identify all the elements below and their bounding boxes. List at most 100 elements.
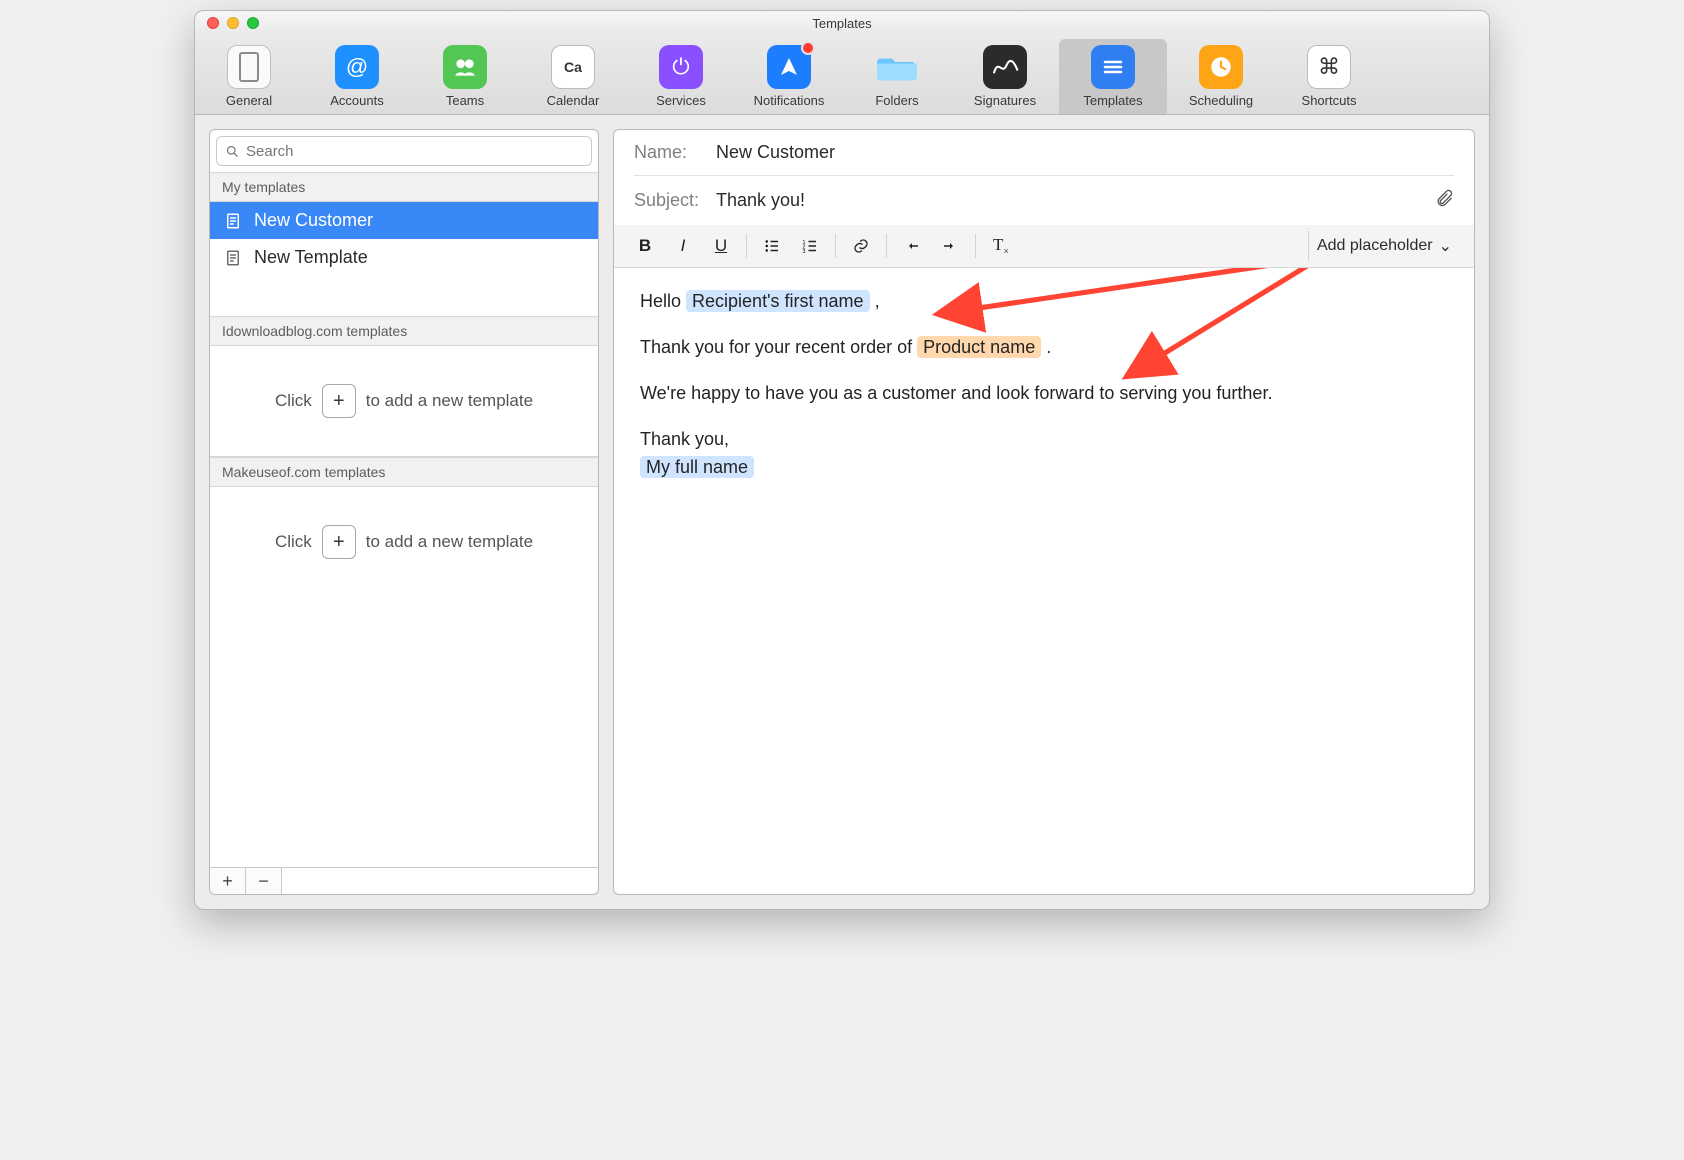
document-icon — [224, 249, 242, 267]
body-text: Thank you, — [640, 426, 1448, 454]
bold-button[interactable]: B — [628, 231, 662, 261]
preferences-toolbar: General @ Accounts Teams Ca Calendar ⏻ S… — [195, 35, 1489, 115]
separator — [975, 234, 976, 258]
tab-label: General — [195, 93, 303, 108]
separator — [746, 234, 747, 258]
template-editor: Name: New Customer Subject: Thank you! B… — [613, 129, 1475, 895]
empty-section-muo: Click + to add a new template — [210, 487, 598, 597]
template-label: New Template — [254, 247, 368, 268]
add-template-button[interactable]: + — [322, 384, 356, 418]
body-text: Hello — [640, 291, 686, 311]
empty-section-idb: Click + to add a new template — [210, 346, 598, 457]
send-icon — [767, 45, 811, 89]
empty-suffix: to add a new template — [366, 532, 533, 552]
tab-scheduling[interactable]: Scheduling — [1167, 39, 1275, 114]
clear-format-icon: T× — [993, 235, 1009, 257]
tab-accounts[interactable]: @ Accounts — [303, 39, 411, 114]
at-sign-icon: @ — [335, 45, 379, 89]
template-item-new-template[interactable]: New Template — [210, 239, 598, 276]
add-placeholder-label: Add placeholder — [1317, 237, 1433, 255]
paperclip-icon — [1434, 188, 1454, 208]
search-field[interactable] — [216, 136, 592, 166]
template-sidebar: My templates New Customer New Template I… — [209, 129, 599, 895]
folder-icon — [875, 45, 919, 89]
add-placeholder-menu[interactable]: Add placeholder ⌄ — [1308, 231, 1460, 261]
tab-signatures[interactable]: Signatures — [951, 39, 1059, 114]
tab-label: Folders — [843, 93, 951, 108]
empty-prefix: Click — [275, 391, 312, 411]
tab-calendar[interactable]: Ca Calendar — [519, 39, 627, 114]
subject-row: Subject: Thank you! — [634, 176, 1454, 225]
link-button[interactable] — [844, 231, 878, 261]
sidebar-footer: + − — [210, 867, 598, 894]
indent-button[interactable] — [933, 231, 967, 261]
phone-icon — [227, 45, 271, 89]
format-toolbar: B I U 123 — [614, 225, 1474, 268]
attachment-button[interactable] — [1434, 188, 1454, 213]
bullet-list-button[interactable] — [755, 231, 789, 261]
remove-button[interactable]: − — [246, 868, 282, 894]
preferences-window: Templates General @ Accounts Teams Ca Ca… — [194, 10, 1490, 910]
add-button[interactable]: + — [210, 868, 246, 894]
search-input[interactable] — [246, 143, 583, 160]
name-value[interactable]: New Customer — [716, 142, 835, 163]
tab-services[interactable]: ⏻ Services — [627, 39, 735, 114]
signature-icon — [983, 45, 1027, 89]
tab-label: Scheduling — [1167, 93, 1275, 108]
placeholder-recipient-first-name[interactable]: Recipient's first name — [686, 290, 870, 312]
clear-format-button[interactable]: T× — [984, 231, 1018, 261]
body-text: , — [875, 291, 880, 311]
tab-general[interactable]: General — [195, 39, 303, 114]
add-template-button[interactable]: + — [322, 525, 356, 559]
tab-label: Calendar — [519, 93, 627, 108]
body-text: Thank you for your recent order of — [640, 337, 917, 357]
numbered-list-icon: 123 — [801, 237, 819, 255]
search-icon — [225, 144, 240, 159]
section-header-my: My templates — [210, 172, 598, 202]
tab-teams[interactable]: Teams — [411, 39, 519, 114]
tab-notifications[interactable]: Notifications — [735, 39, 843, 114]
empty-suffix: to add a new template — [366, 391, 533, 411]
section-header-idb: Idownloadblog.com templates — [210, 316, 598, 346]
notification-badge-icon — [801, 41, 815, 55]
italic-button[interactable]: I — [666, 231, 700, 261]
indent-icon — [941, 237, 959, 255]
tab-label: Notifications — [735, 93, 843, 108]
window-title: Templates — [195, 16, 1489, 31]
template-item-new-customer[interactable]: New Customer — [210, 202, 598, 239]
power-icon: ⏻ — [659, 45, 703, 89]
tab-shortcuts[interactable]: ⌘ Shortcuts — [1275, 39, 1383, 114]
tab-label: Signatures — [951, 93, 1059, 108]
tab-label: Teams — [411, 93, 519, 108]
placeholder-product-name[interactable]: Product name — [917, 336, 1041, 358]
name-label: Name: — [634, 142, 706, 163]
underline-button[interactable]: U — [704, 231, 738, 261]
outdent-button[interactable] — [895, 231, 929, 261]
empty-prefix: Click — [275, 532, 312, 552]
command-icon: ⌘ — [1307, 45, 1351, 89]
clock-icon — [1199, 45, 1243, 89]
tab-label: Services — [627, 93, 735, 108]
list-lines-icon — [1091, 45, 1135, 89]
body-text: . — [1046, 337, 1051, 357]
template-label: New Customer — [254, 210, 373, 231]
outdent-icon — [903, 237, 921, 255]
body-text: We're happy to have you as a customer an… — [640, 380, 1448, 408]
subject-label: Subject: — [634, 190, 706, 211]
subject-value[interactable]: Thank you! — [716, 190, 805, 211]
tab-templates[interactable]: Templates — [1059, 39, 1167, 114]
link-icon — [852, 237, 870, 255]
tab-folders[interactable]: Folders — [843, 39, 951, 114]
titlebar: Templates — [195, 11, 1489, 35]
separator — [886, 234, 887, 258]
separator — [835, 234, 836, 258]
template-body[interactable]: Hello Recipient's first name , Thank you… — [614, 268, 1474, 501]
people-icon — [443, 45, 487, 89]
tab-label: Accounts — [303, 93, 411, 108]
placeholder-my-full-name[interactable]: My full name — [640, 456, 754, 478]
numbered-list-button[interactable]: 123 — [793, 231, 827, 261]
tab-label: Templates — [1059, 93, 1167, 108]
name-row: Name: New Customer — [634, 130, 1454, 176]
section-header-muo: Makeuseof.com templates — [210, 457, 598, 487]
svg-text:3: 3 — [803, 249, 806, 255]
